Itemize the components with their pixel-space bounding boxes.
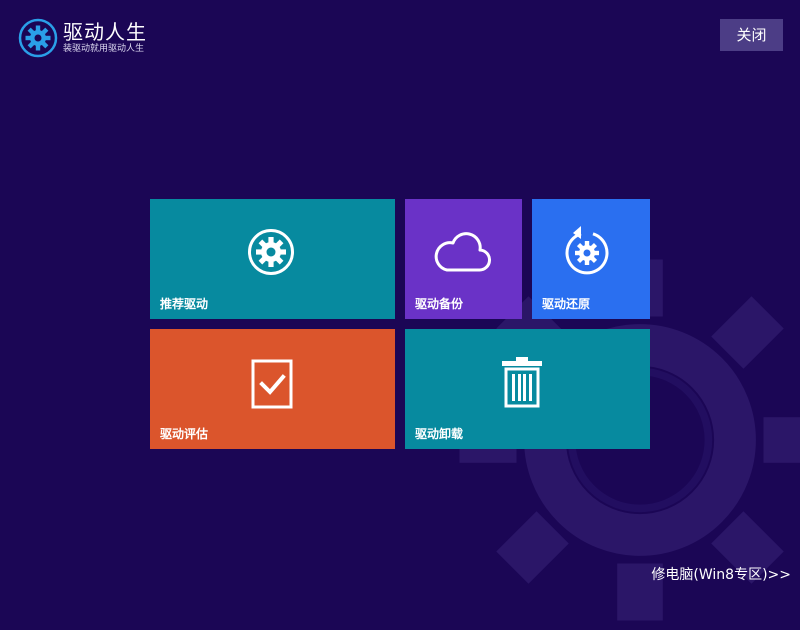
tile-driver-backup[interactable]: 驱动备份 xyxy=(405,199,522,319)
tile-label: 驱动备份 xyxy=(415,297,463,311)
app-logo: 驱动人生 装驱动就用驱动人生 xyxy=(18,18,147,58)
tile-driver-evaluate[interactable]: 驱动评估 xyxy=(150,329,395,449)
logo-gear-icon xyxy=(18,18,58,58)
trash-icon xyxy=(501,356,543,408)
tile-label: 推荐驱动 xyxy=(160,297,208,311)
tile-label: 驱动还原 xyxy=(542,297,590,311)
gear-icon xyxy=(247,228,295,276)
tile-label: 驱动评估 xyxy=(160,427,208,441)
cloud-icon xyxy=(433,230,491,274)
close-button[interactable]: 关闭 xyxy=(720,19,783,51)
tile-label: 驱动卸载 xyxy=(415,427,463,441)
restore-gear-icon xyxy=(564,225,610,277)
app-title: 驱动人生 xyxy=(63,21,147,43)
app-subtitle: 装驱动就用驱动人生 xyxy=(63,43,147,55)
win8-repair-link[interactable]: 修电脑(Win8专区)>> xyxy=(651,566,791,584)
tile-recommend-drivers[interactable]: 推荐驱动 xyxy=(150,199,395,319)
checkbox-icon xyxy=(251,359,293,409)
tile-driver-restore[interactable]: 驱动还原 xyxy=(532,199,650,319)
tile-driver-uninstall[interactable]: 驱动卸载 xyxy=(405,329,650,449)
